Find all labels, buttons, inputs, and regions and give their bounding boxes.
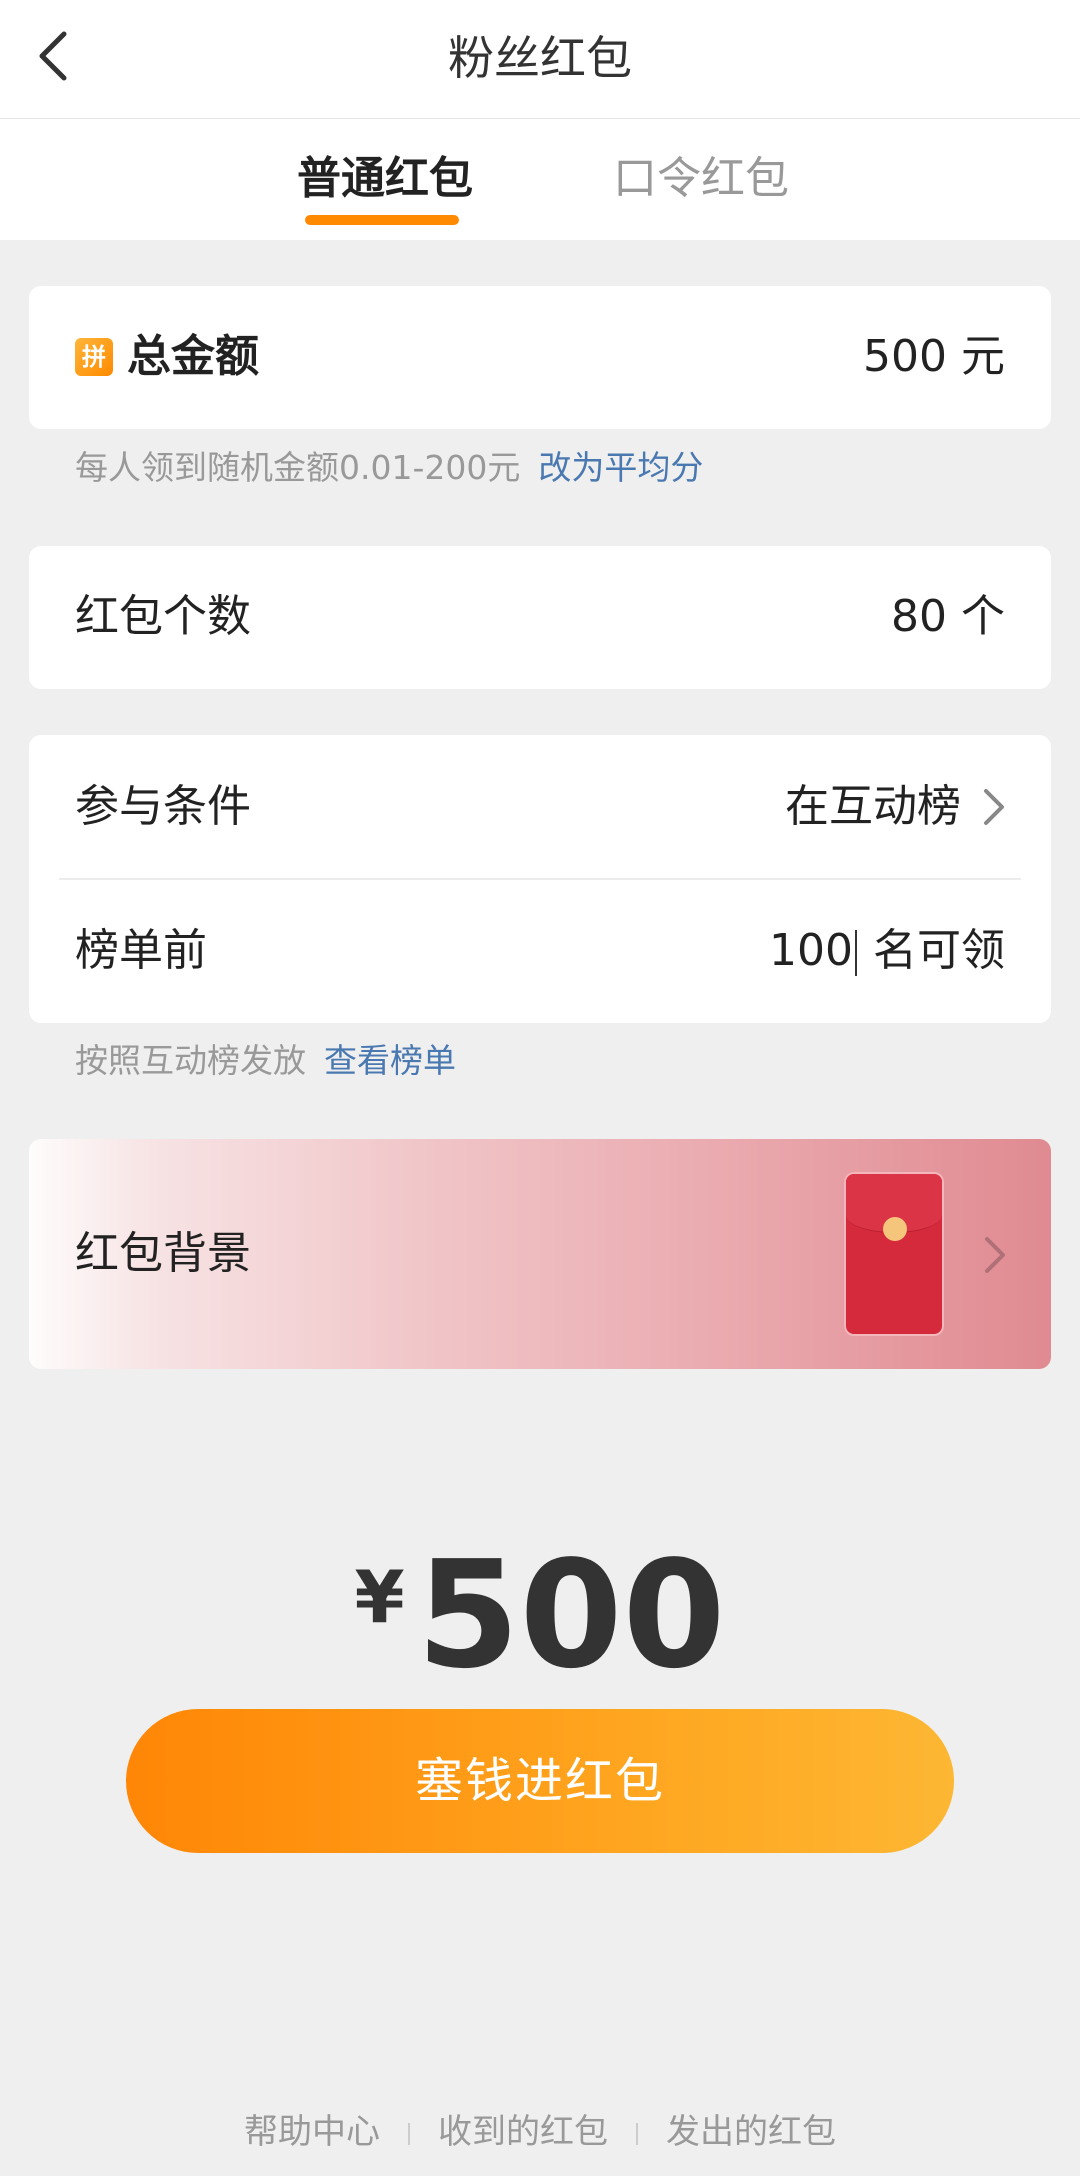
switch-average-link[interactable]: 改为平均分 [538,448,703,487]
view-leaderboard-link[interactable]: 查看榜单 [324,1041,456,1080]
total-amount-label: 总金额 [127,331,259,382]
currency-symbol: ¥ [354,1555,405,1639]
chevron-right-icon [978,785,1008,829]
page-title: 粉丝红包 [448,31,632,85]
red-envelope-preview [844,1172,944,1336]
divider [59,878,1021,880]
rank-label: 榜单前 [75,925,207,976]
chevron-right-icon [979,1233,1009,1277]
rank-field[interactable]: 100 名可领 [769,921,1005,981]
separator [636,2122,638,2145]
active-tab-indicator [305,215,459,225]
separator [408,2122,410,2145]
total-amount-value: 500 [863,331,947,382]
received-red-packets-link[interactable]: 收到的红包 [438,2112,608,2152]
footer-links: 帮助中心 收到的红包 发出的红包 [0,2108,1080,2156]
tab-password-red-packet[interactable]: 口令红包 [613,149,789,209]
tab-bar: 普通红包 口令红包 [0,119,1080,240]
count-card: 红包个数 80 个 [29,546,1051,689]
count-value: 80 [891,591,947,642]
background-label: 红包背景 [75,1228,251,1279]
summary-amount-value: 500 [416,1529,726,1701]
condition-label: 参与条件 [75,781,251,832]
amount-hint: 每人领到随机金额0.01-200元 改为平均分 [75,445,703,491]
rank-input[interactable]: 100 [769,925,853,976]
tab-normal-red-packet[interactable]: 普通红包 [297,149,473,209]
total-amount-unit: 元 [961,331,1005,382]
count-field[interactable]: 80 个 [891,587,1005,647]
sent-red-packets-link[interactable]: 发出的红包 [666,2112,836,2152]
pin-badge: 拼 [75,338,113,376]
summary-amount: ¥500 [0,1535,1080,1695]
help-center-link[interactable]: 帮助中心 [244,2112,380,2152]
header: 粉丝红包 [0,0,1080,119]
total-amount-card: 拼 总金额 500 元 [29,286,1051,429]
count-label: 红包个数 [75,591,251,642]
envelope-seal [883,1217,907,1241]
submit-button[interactable]: 塞钱进红包 [126,1709,954,1853]
amount-hint-text: 每人领到随机金额0.01-200元 [75,448,521,487]
background-card[interactable]: 红包背景 [29,1139,1051,1369]
text-cursor [855,930,857,976]
rank-hint: 按照互动榜发放 查看榜单 [75,1038,456,1084]
condition-card: 参与条件 在互动榜 榜单前 100 名可领 [29,735,1051,1023]
condition-value: 在互动榜 [785,781,961,832]
count-unit: 个 [961,591,1005,642]
total-amount-field[interactable]: 500 元 [863,327,1005,387]
rank-hint-text: 按照互动榜发放 [75,1041,306,1080]
rank-suffix: 名可领 [873,925,1005,976]
